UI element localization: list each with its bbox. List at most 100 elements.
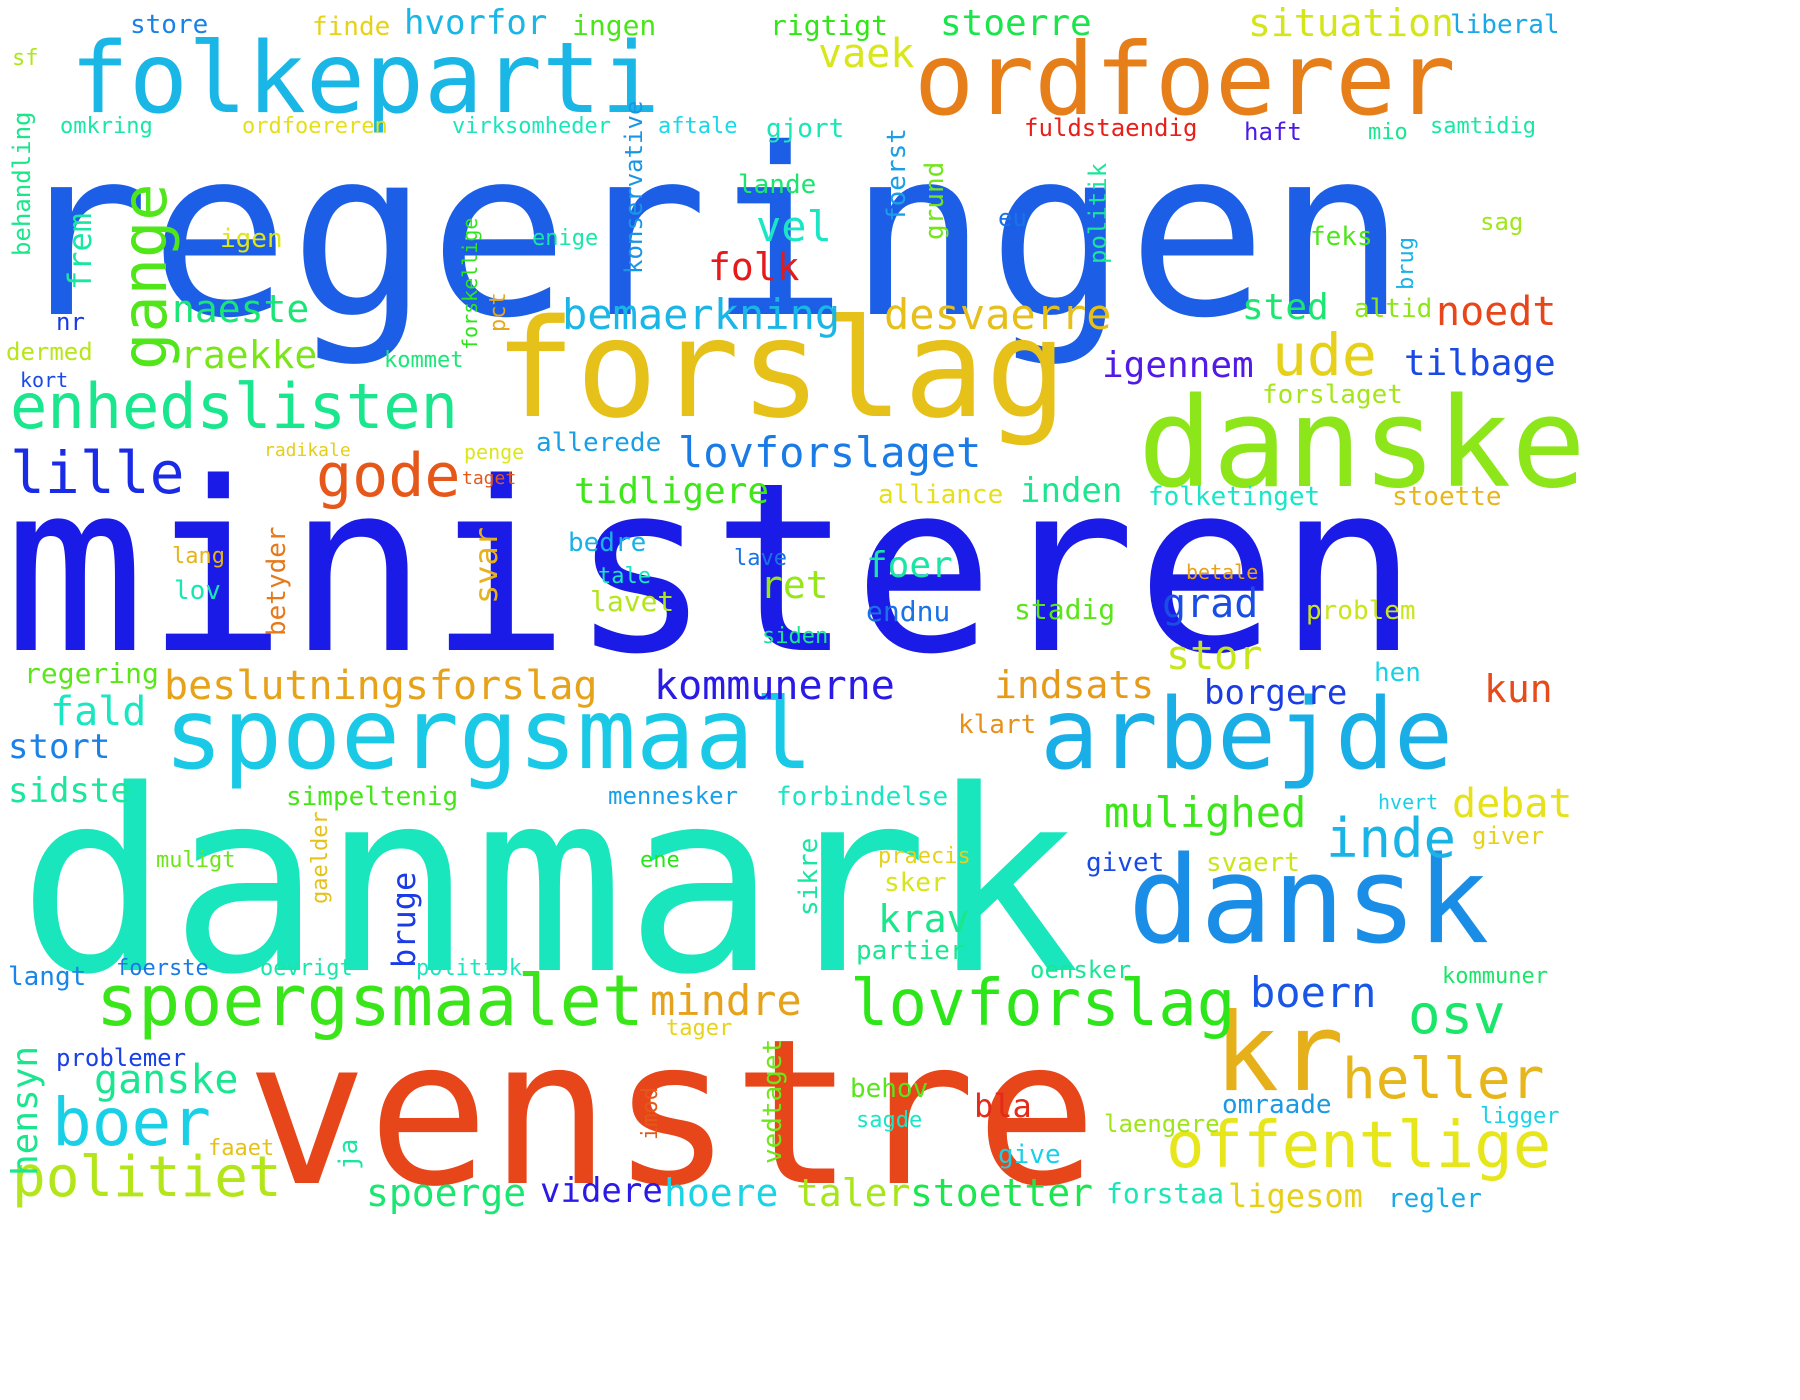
word-noedt: noedt [1436, 289, 1557, 335]
word-stoette: stoette [1392, 482, 1502, 512]
word-hvert: hvert [1378, 790, 1439, 814]
word-frem: frem [61, 212, 99, 290]
word-osv: osv [1408, 983, 1506, 1046]
word-sikre: sikre [794, 837, 824, 916]
word-laengere: laengere [1104, 1110, 1220, 1138]
word-hoere: hoere [664, 1171, 779, 1215]
word-ja: ja [334, 1138, 364, 1170]
word-politik: politik [1084, 162, 1112, 264]
word-allerede: allerede [536, 428, 662, 458]
word-desvaerre: desvaerre [884, 290, 1112, 339]
word-ligesom: ligesom [1228, 1177, 1363, 1215]
word-hen: hen [1374, 658, 1421, 688]
word-kommuner: kommuner [1442, 964, 1548, 989]
word-lov: lov [174, 576, 221, 606]
word-spoerge: spoerge [366, 1171, 527, 1215]
word-haft: haft [1244, 118, 1302, 146]
word-givet: givet [1086, 848, 1165, 878]
word-inde: inde [1326, 807, 1457, 870]
word-foer: foer [866, 545, 953, 586]
word-lande: lande [738, 170, 817, 200]
word-svaert: svaert [1206, 848, 1300, 878]
word-stort: stort [8, 727, 111, 767]
word-foerst: foerst [882, 128, 912, 222]
word-grund: grund [920, 161, 950, 240]
word-folketinget: folketinget [1148, 482, 1321, 512]
word-enhedslisten: enhedslisten [10, 370, 458, 443]
word-sker: sker [884, 868, 947, 898]
word-rigtigt: rigtigt [770, 9, 889, 42]
word-radikale: radikale [264, 440, 351, 461]
word-ligger: ligger [1480, 1104, 1560, 1129]
word-betale: betale [1186, 560, 1259, 584]
word-taget: taget [462, 468, 517, 489]
word-praecis: praecis [878, 844, 971, 869]
word-samtidig: samtidig [1430, 114, 1536, 139]
word-tilbage: tilbage [1404, 343, 1556, 384]
word-fald: fald [50, 689, 147, 735]
word-fuldstaendig: fuldstaendig [1024, 114, 1198, 142]
word-tidligere: tidligere [574, 471, 770, 512]
word-mennesker: mennesker [608, 782, 739, 810]
word-liberal: liberal [1450, 10, 1560, 40]
word-gaelder: gaelder [308, 811, 333, 904]
word-brug: brug [1394, 237, 1419, 290]
word-nr: nr [56, 308, 85, 336]
word-store: store [130, 10, 209, 40]
word-faaet: faaet [208, 1136, 275, 1161]
word-oevrigt: oevrigt [260, 956, 353, 981]
word-altid: altid [1354, 294, 1433, 324]
word-folk: folk [708, 245, 800, 289]
word-giver: giver [1472, 822, 1545, 850]
word-stor: stor [1166, 633, 1263, 679]
word-boern: boern [1250, 968, 1377, 1017]
word-debat: debat [1452, 781, 1573, 827]
word-lave: lave [734, 546, 787, 571]
word-taler: taler [796, 1171, 911, 1215]
word-ingen: ingen [572, 9, 657, 42]
word-sagde: sagde [856, 1108, 923, 1133]
word-aftale: aftale [658, 114, 738, 139]
word-borgere: borgere [1204, 673, 1348, 713]
word-problemer: problemer [56, 1044, 187, 1072]
word-kort: kort [20, 368, 69, 392]
word-regering: regering [24, 657, 159, 690]
word-lang: lang [172, 544, 225, 569]
word-gange: gange [108, 183, 181, 370]
word-indsats: indsats [994, 663, 1155, 707]
word-beslutningsforslag: beslutningsforslag [164, 663, 598, 709]
word-behandling: behandling [8, 111, 36, 257]
word-ude: ude [1272, 321, 1377, 389]
word-imod: imod [638, 1087, 663, 1140]
word-give: give [998, 1140, 1061, 1170]
word-alliance: alliance [878, 480, 1004, 510]
word-feks: feks [1310, 222, 1373, 252]
word-oensker: oensker [1030, 956, 1132, 984]
word-raekke: raekke [180, 333, 318, 377]
word-muligt: muligt [156, 848, 236, 873]
word-problem: problem [1306, 596, 1416, 626]
word-naeste: naeste [172, 287, 310, 331]
word-cloud: regeringen ministeren danmark venstre fo… [0, 0, 1800, 1400]
word-ordfoereren: ordfoereren [242, 114, 388, 139]
word-mulighed: mulighed [1104, 788, 1307, 837]
word-situation: situation [1248, 1, 1454, 45]
word-hvorfor: hvorfor [404, 3, 548, 43]
word-vel: vel [756, 202, 832, 251]
word-forbindelse: forbindelse [776, 782, 949, 812]
word-kommet: kommet [384, 348, 464, 373]
word-politisk: politisk [416, 956, 522, 981]
word-sted: sted [1242, 287, 1329, 328]
word-igennem: igennem [1102, 345, 1254, 386]
word-sidste: sidste [8, 771, 131, 811]
word-stoetter: stoetter [910, 1171, 1094, 1215]
word-forstaa: forstaa [1106, 1177, 1225, 1210]
word-mio: mio [1368, 120, 1408, 145]
word-simpeltenig: simpeltenig [286, 782, 459, 812]
word-omkring: omkring [60, 114, 153, 139]
word-hensyn: hensyn [5, 1045, 46, 1176]
word-kun: kun [1484, 667, 1553, 711]
word-sag: sag [1480, 208, 1524, 236]
word-regler: regler [1388, 1184, 1482, 1214]
word-bedre: bedre [568, 528, 647, 558]
